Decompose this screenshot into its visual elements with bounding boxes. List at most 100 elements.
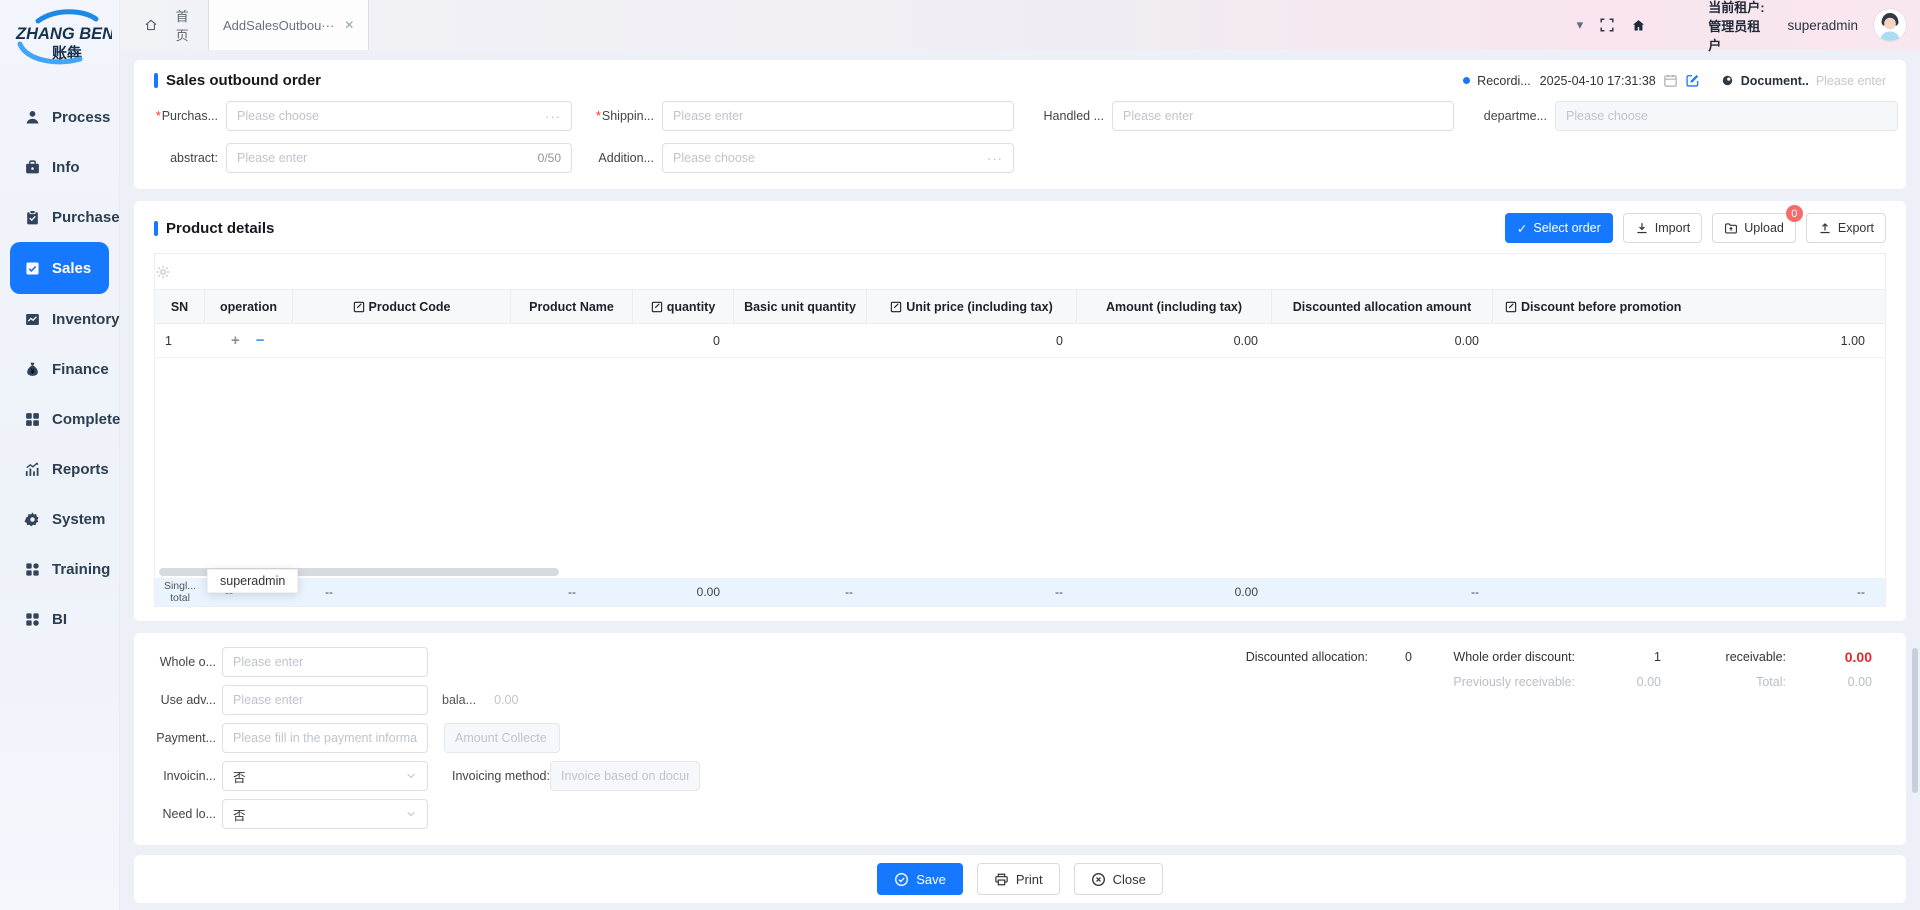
additional-input[interactable] bbox=[673, 151, 987, 165]
import-button[interactable]: Import bbox=[1623, 213, 1702, 243]
save-button[interactable]: Save bbox=[877, 863, 963, 895]
close-button[interactable]: Close bbox=[1074, 863, 1163, 895]
need-logistics-label: Need lo... bbox=[154, 807, 216, 821]
document-input[interactable]: Please enter bbox=[1816, 74, 1886, 88]
sidebar-item-complete[interactable]: Complete bbox=[0, 394, 119, 444]
username[interactable]: superadmin bbox=[1787, 18, 1858, 33]
fullscreen-icon[interactable] bbox=[1599, 17, 1615, 33]
payment-card: Whole o... Use adv... bala... 0.00 Payme… bbox=[134, 633, 1906, 845]
autocomplete-popup[interactable]: superadmin bbox=[207, 569, 298, 593]
need-logistics-select[interactable]: 否 bbox=[222, 799, 428, 829]
amount-collected-field bbox=[444, 723, 560, 753]
column-settings-icon[interactable] bbox=[155, 264, 1873, 280]
use-advance-input[interactable] bbox=[233, 693, 417, 707]
tab-add-sales-outbound[interactable]: AddSalesOutbou··· ✕ bbox=[208, 0, 369, 50]
cell-discounted_allocation: 0.00 bbox=[1272, 324, 1493, 357]
sidebar-item-label: Finance bbox=[52, 361, 109, 378]
payment-input[interactable] bbox=[233, 731, 417, 745]
sidebar: ZHANG BEN 账犇 ProcessInfoPurchaseSalesInv… bbox=[0, 0, 120, 910]
column-header-discounted_allocation: Discounted allocation amount bbox=[1272, 290, 1493, 323]
abstract-input[interactable] bbox=[237, 151, 538, 165]
total-value: 0.00 bbox=[1786, 675, 1872, 689]
content: Sales outbound order Recordi... 2025-04-… bbox=[120, 50, 1920, 910]
edit-icon[interactable] bbox=[1685, 73, 1700, 88]
shipping-field[interactable] bbox=[662, 101, 1014, 131]
cell-product_code[interactable] bbox=[293, 324, 511, 357]
column-header-sn: SN bbox=[155, 290, 205, 323]
ellipsis-icon[interactable]: ··· bbox=[987, 151, 1003, 166]
sidebar-item-training[interactable]: Training bbox=[0, 544, 119, 594]
sidebar-item-label: Training bbox=[52, 561, 110, 578]
svg-text:¥: ¥ bbox=[31, 368, 35, 375]
export-button[interactable]: Export bbox=[1806, 213, 1886, 243]
upload-button[interactable]: Upload 0 bbox=[1712, 213, 1796, 243]
inventory-icon bbox=[24, 311, 41, 328]
close-circle-icon bbox=[1091, 872, 1106, 887]
sidebar-item-finance[interactable]: ¥ Finance bbox=[0, 344, 119, 394]
tenant-switch[interactable]: 当前租户:管理员租户 bbox=[1631, 0, 1771, 54]
ellipsis-icon[interactable]: ··· bbox=[545, 109, 561, 124]
purchase-label: *Purchas... bbox=[154, 109, 218, 123]
department-label: departme... bbox=[1483, 109, 1547, 123]
status-dot bbox=[1463, 77, 1470, 84]
popup-option[interactable]: superadmin bbox=[220, 574, 285, 588]
total-quantity: 0.00 bbox=[633, 578, 734, 606]
save-check-icon bbox=[894, 872, 909, 887]
sidebar-item-system[interactable]: System bbox=[0, 494, 119, 544]
total-product_name: -- bbox=[511, 578, 633, 606]
tenant-label: 当前租户:管理员租户 bbox=[1708, 0, 1771, 54]
select-order-button[interactable]: ✓ Select order bbox=[1505, 213, 1613, 243]
cell-unit_price[interactable]: 0 bbox=[867, 324, 1077, 357]
recording-label: Recordi... bbox=[1477, 74, 1531, 88]
app-root: ZHANG BEN 账犇 ProcessInfoPurchaseSalesInv… bbox=[0, 0, 1920, 910]
add-row-icon[interactable]: + bbox=[231, 332, 240, 349]
page-scrollbar[interactable] bbox=[1912, 648, 1918, 793]
additional-select[interactable]: ··· bbox=[662, 143, 1014, 173]
column-header-discount_before_promotion: Discount before promotion bbox=[1493, 290, 1885, 323]
column-header-product_name: Product Name bbox=[511, 290, 633, 323]
shipping-input[interactable] bbox=[673, 109, 1003, 123]
chevron-down-icon bbox=[405, 808, 417, 820]
sidebar-item-process[interactable]: Process bbox=[0, 92, 119, 142]
sidebar-item-purchase[interactable]: Purchase bbox=[0, 192, 119, 242]
use-advance-field[interactable] bbox=[222, 685, 428, 715]
close-icon[interactable]: ✕ bbox=[344, 18, 354, 32]
cell-discount_before_promotion[interactable]: 1.00 bbox=[1493, 324, 1885, 357]
department-select[interactable] bbox=[1555, 101, 1898, 131]
avatar[interactable] bbox=[1874, 9, 1906, 41]
upload-icon bbox=[1724, 221, 1738, 235]
invoicing-select[interactable]: 否 bbox=[222, 761, 428, 791]
handled-input[interactable] bbox=[1123, 109, 1443, 123]
sidebar-item-sales[interactable]: Sales bbox=[10, 242, 109, 294]
sidebar-item-inventory[interactable]: Inventory bbox=[0, 294, 119, 344]
topbar-right: ▾ 当前租户:管理员租户 superadmin bbox=[1577, 0, 1920, 54]
purchase-input[interactable] bbox=[237, 109, 545, 123]
chevron-down-icon bbox=[405, 770, 417, 782]
tab-home[interactable]: 首页 bbox=[120, 6, 208, 44]
handled-field[interactable] bbox=[1112, 101, 1454, 131]
remove-row-icon[interactable]: − bbox=[256, 332, 265, 349]
caret-down-icon[interactable]: ▾ bbox=[1577, 17, 1584, 33]
sidebar-item-bi[interactable]: BI bbox=[0, 594, 119, 644]
print-button[interactable]: Print bbox=[977, 863, 1060, 895]
cell-basic_unit_quantity bbox=[734, 324, 867, 357]
sidebar-item-label: Sales bbox=[52, 260, 91, 277]
abstract-field[interactable]: 0/50 bbox=[226, 143, 572, 173]
whole-order-field[interactable] bbox=[222, 647, 428, 677]
cell-quantity[interactable]: 0 bbox=[633, 324, 734, 357]
bi-icon bbox=[24, 611, 41, 628]
cell-sn: 1 bbox=[155, 324, 205, 357]
char-counter: 0/50 bbox=[538, 151, 561, 165]
tab-home-label: 首页 bbox=[176, 6, 190, 44]
whole-order-input[interactable] bbox=[233, 655, 417, 669]
clipboard-icon bbox=[24, 209, 41, 226]
sidebar-item-reports[interactable]: Reports bbox=[0, 444, 119, 494]
sidebar-item-info[interactable]: Info bbox=[0, 142, 119, 192]
sidebar-item-label: BI bbox=[52, 611, 67, 628]
purchase-select[interactable]: ··· bbox=[226, 101, 572, 131]
edit-cell-icon bbox=[1505, 301, 1517, 313]
payment-field[interactable] bbox=[222, 723, 428, 753]
print-icon bbox=[994, 872, 1009, 887]
cell-operation: +− bbox=[205, 324, 293, 357]
calendar-icon[interactable] bbox=[1663, 73, 1678, 88]
